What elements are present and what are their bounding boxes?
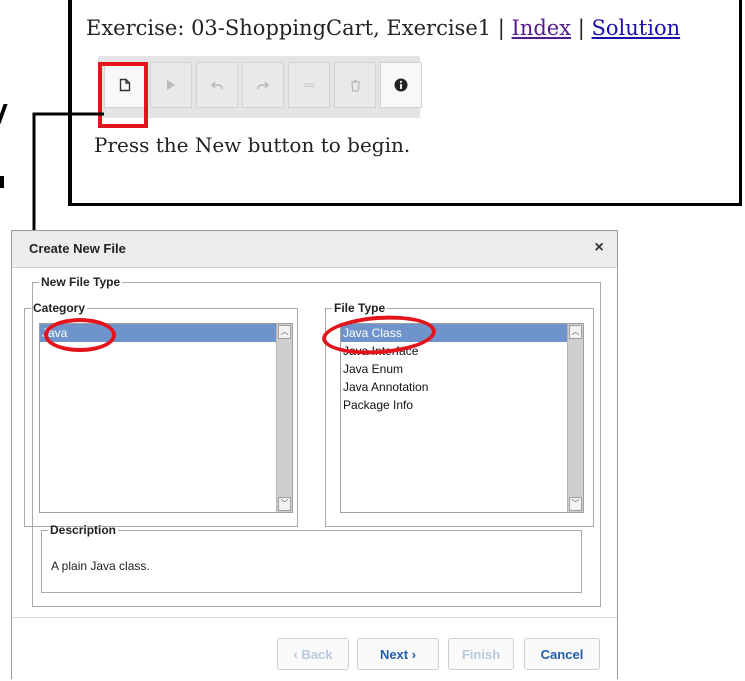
exercise-title-text: Exercise: 03-ShoppingCart, Exercise1 | — [86, 16, 512, 40]
list-item[interactable]: Java Interface — [341, 342, 583, 360]
list-item[interactable]: Java Enum — [341, 360, 583, 378]
new-file-type-legend: New File Type — [41, 275, 121, 289]
scroll-up-icon[interactable]: ︿ — [278, 325, 291, 339]
new-button[interactable] — [104, 62, 146, 108]
info-icon — [394, 78, 408, 92]
exercise-hint: Press the New button to begin. — [94, 133, 411, 157]
solution-link[interactable]: Solution — [592, 16, 681, 40]
run-button[interactable] — [150, 62, 192, 108]
dialog-header: Create New File × — [12, 231, 617, 268]
description-legend: Description — [50, 523, 117, 537]
scroll-down-icon[interactable]: ﹀ — [278, 497, 291, 511]
description-group: Description — [41, 523, 582, 593]
undo-icon — [211, 81, 223, 90]
minus-icon — [304, 83, 314, 87]
cancel-button[interactable]: Cancel — [524, 638, 600, 670]
category-scrollbar[interactable]: ︿ ﹀ — [276, 324, 292, 512]
close-icon[interactable]: × — [589, 237, 609, 259]
delete-button[interactable] — [334, 62, 376, 108]
index-link[interactable]: Index — [512, 16, 572, 40]
file-type-legend: File Type — [334, 301, 386, 315]
exercise-panel: Exercise: 03-ShoppingCart, Exercise1 | I… — [68, 0, 742, 206]
list-item[interactable]: Java — [40, 324, 276, 342]
dialog-footer: ‹ Back Next › Finish Cancel — [12, 617, 617, 681]
minus-button[interactable] — [288, 62, 330, 108]
cropped-mark — [0, 176, 4, 188]
file-type-list[interactable]: Java Class Java Interface Java Enum Java… — [340, 323, 584, 513]
scroll-up-icon[interactable]: ︿ — [569, 325, 582, 339]
exercise-title: Exercise: 03-ShoppingCart, Exercise1 | I… — [86, 16, 680, 40]
file-type-scrollbar[interactable]: ︿ ﹀ — [567, 324, 583, 512]
description-text: A plain Java class. — [51, 559, 150, 573]
info-button[interactable] — [380, 62, 422, 108]
scroll-down-icon[interactable]: ﹀ — [569, 497, 582, 511]
trash-icon — [350, 79, 360, 92]
list-item[interactable]: Java Class — [341, 324, 567, 342]
redo-button[interactable] — [242, 62, 284, 108]
undo-button[interactable] — [196, 62, 238, 108]
editor-toolbar — [98, 56, 422, 118]
redo-icon — [257, 81, 269, 90]
next-button[interactable]: Next › — [357, 638, 439, 670]
list-item[interactable]: Package Info — [341, 396, 583, 414]
cropped-mark — [0, 104, 8, 124]
create-new-file-dialog: Create New File × New File Type Category… — [11, 230, 618, 679]
run-icon — [167, 80, 175, 90]
dialog-title: Create New File — [29, 241, 126, 256]
new-file-icon — [119, 78, 131, 92]
back-button[interactable]: ‹ Back — [277, 638, 349, 670]
list-item[interactable]: Java Annotation — [341, 378, 583, 396]
title-separator: | — [571, 16, 592, 40]
category-list[interactable]: Java ︿ ﹀ — [39, 323, 293, 513]
finish-button[interactable]: Finish — [448, 638, 514, 670]
category-legend: Category — [33, 301, 86, 315]
